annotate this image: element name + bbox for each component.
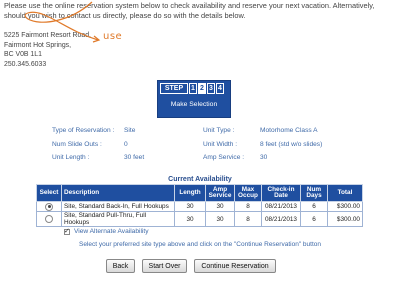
row-description: Site, Standard Pull-Thru, Full Hookups xyxy=(61,211,175,227)
availability-title: Current Availability xyxy=(168,176,232,183)
view-alternate-toggle[interactable]: View Alternate Availability xyxy=(64,227,149,235)
address-line-2: Fairmont Hot Springs, xyxy=(4,41,72,49)
start-over-button[interactable]: Start Over xyxy=(142,259,187,273)
detail-label-unit-type: Unit Type : xyxy=(203,127,235,134)
detail-label-unit-width: Unit Width : xyxy=(203,141,238,148)
step-2-active: 2 xyxy=(198,83,206,94)
step-4: 4 xyxy=(216,83,224,94)
step-3: 3 xyxy=(207,83,215,94)
detail-value-type: Site xyxy=(124,127,136,134)
col-total: Total xyxy=(327,184,363,202)
row-checkin: 08/21/2013 xyxy=(261,211,301,227)
table-row[interactable]: Site, Standard Pull-Thru, Full Hookups 3… xyxy=(36,211,363,227)
detail-label-type: Type of Reservation : xyxy=(52,127,115,134)
col-length: Length xyxy=(174,184,206,202)
detail-value-slideouts: 0 xyxy=(124,141,128,148)
row-amp: 30 xyxy=(205,211,235,227)
detail-label-length: Unit Length : xyxy=(52,154,90,161)
step-1: 1 xyxy=(189,83,197,94)
site-radio[interactable] xyxy=(45,215,53,223)
address-line-3: BC V0B 1L1 xyxy=(4,51,42,59)
row-length: 30 xyxy=(174,201,206,212)
availability-table: Select Description Length Amp Service Ma… xyxy=(36,184,363,227)
col-checkin: Check-in Date xyxy=(261,184,301,202)
contact-address: 5225 Fairmont Resort Road, Fairmont Hot … xyxy=(4,31,91,69)
row-days: 6 xyxy=(300,201,328,212)
view-alternate-checkbox[interactable] xyxy=(64,227,70,235)
col-amp: Amp Service xyxy=(205,184,235,202)
detail-label-amp: Amp Service : xyxy=(203,154,245,161)
view-alternate-label: View Alternate Availability xyxy=(74,228,149,235)
col-max-occup: Max Occup xyxy=(234,184,262,202)
detail-value-unit-type: Motorhome Class A xyxy=(260,127,318,134)
select-cell[interactable] xyxy=(36,201,62,212)
detail-value-unit-width: 8 feet (std w/o slides) xyxy=(260,141,323,148)
intro-paragraph: Please use the online reservation system… xyxy=(4,1,375,20)
row-amp: 30 xyxy=(205,201,235,212)
row-max-occup: 8 xyxy=(234,201,262,212)
step-indicator: STEP 1 2 3 4 Make Selection xyxy=(157,80,231,118)
row-max-occup: 8 xyxy=(234,211,262,227)
row-length: 30 xyxy=(174,211,206,227)
row-total: $300.00 xyxy=(327,211,363,227)
continue-reservation-button[interactable]: Continue Reservation xyxy=(194,259,276,273)
detail-value-amp: 30 xyxy=(260,154,268,161)
col-select: Select xyxy=(36,184,62,202)
annotation-use-label: use xyxy=(103,31,123,42)
detail-label-slideouts: Num Slide Outs : xyxy=(52,141,102,148)
col-description: Description xyxy=(61,184,175,202)
step-caption: Make Selection xyxy=(170,101,218,108)
row-checkin: 08/21/2013 xyxy=(261,201,301,212)
col-days: Num Days xyxy=(300,184,328,202)
back-button[interactable]: Back xyxy=(106,259,135,273)
instruction-text: Select your preferred site type above an… xyxy=(78,241,321,248)
step-word: STEP xyxy=(160,83,188,94)
table-row[interactable]: Site, Standard Back-In, Full Hookups 30 … xyxy=(36,201,363,212)
table-header-row: Select Description Length Amp Service Ma… xyxy=(36,184,363,202)
phone-number: 250.345.6033 xyxy=(4,60,47,68)
site-radio-selected[interactable] xyxy=(45,202,53,211)
row-days: 6 xyxy=(300,211,328,227)
row-description: Site, Standard Back-In, Full Hookups xyxy=(61,201,175,212)
address-line-1: 5225 Fairmont Resort Road, xyxy=(4,32,91,39)
detail-value-length: 30 feet xyxy=(124,154,145,161)
row-total: $300.00 xyxy=(327,201,363,212)
select-cell[interactable] xyxy=(36,211,62,227)
